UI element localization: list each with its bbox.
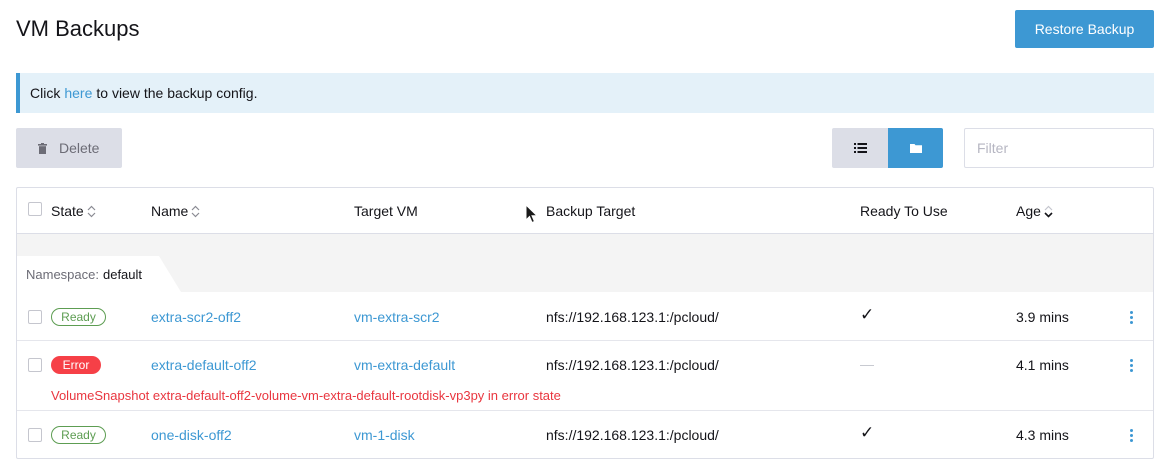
age-value: 4.1 mins: [1016, 357, 1069, 373]
row-actions-icon[interactable]: [1126, 429, 1136, 442]
status-badge: Error: [51, 356, 101, 374]
list-view-button[interactable]: [832, 128, 888, 168]
mouse-cursor-icon: [525, 204, 538, 224]
column-header-name[interactable]: Name: [151, 203, 200, 219]
filter-input[interactable]: [964, 128, 1154, 168]
table-row: Error extra-default-off2 vm-extra-defaul…: [17, 341, 1153, 411]
sort-desc-icon: [1044, 205, 1053, 218]
age-value: 3.9 mins: [1016, 309, 1069, 325]
backups-table: State Name Target VM Backup Target Ready…: [16, 187, 1154, 459]
trash-icon: [38, 142, 47, 154]
target-vm-link[interactable]: vm-1-disk: [354, 427, 415, 443]
ready-dash: —: [860, 356, 874, 372]
column-header-ready: Ready To Use: [860, 203, 948, 219]
status-badge: Ready: [51, 426, 106, 444]
select-all-checkbox[interactable]: [28, 202, 42, 216]
ready-check-icon: ✓: [860, 423, 875, 442]
backup-target: nfs://192.168.123.1:/pcloud/: [546, 309, 719, 325]
ready-header-label: Ready To Use: [860, 203, 948, 219]
backup-config-link[interactable]: here: [64, 85, 92, 101]
column-header-state[interactable]: State: [51, 203, 96, 219]
backup-target: nfs://192.168.123.1:/pcloud/: [546, 427, 719, 443]
info-banner: Click here to view the backup config.: [16, 73, 1154, 113]
namespace-label: Namespace:: [26, 266, 99, 282]
delete-button[interactable]: Delete: [16, 128, 122, 168]
target-vm-link[interactable]: vm-extra-scr2: [354, 309, 440, 325]
page-title: VM Backups: [16, 16, 140, 41]
table-row: Ready one-disk-off2 vm-1-disk nfs://192.…: [17, 411, 1153, 459]
restore-backup-button[interactable]: Restore Backup: [1015, 10, 1154, 48]
view-toggle: [832, 128, 943, 168]
error-message: VolumeSnapshot extra-default-off2-volume…: [51, 388, 561, 403]
table-header: State Name Target VM Backup Target Ready…: [17, 188, 1153, 234]
namespace-group-label: Namespace: default: [17, 256, 181, 292]
delete-label: Delete: [59, 140, 100, 156]
backup-name-link[interactable]: extra-default-off2: [151, 357, 257, 373]
status-badge: Ready: [51, 308, 106, 326]
sort-icon: [191, 205, 200, 217]
folder-icon: [909, 144, 922, 153]
column-header-backup-target: Backup Target: [546, 203, 635, 219]
row-checkbox[interactable]: [28, 358, 42, 372]
row-checkbox[interactable]: [28, 310, 42, 324]
target-vm-header-label: Target VM: [354, 203, 418, 219]
list-icon: [853, 143, 867, 153]
target-vm-link[interactable]: vm-extra-default: [354, 357, 455, 373]
row-checkbox[interactable]: [28, 428, 42, 442]
age-header-label: Age: [1016, 203, 1041, 219]
namespace-group: Namespace: default: [17, 234, 1153, 292]
row-actions-icon[interactable]: [1126, 359, 1136, 372]
backup-name-link[interactable]: one-disk-off2: [151, 427, 232, 443]
group-view-button[interactable]: [888, 128, 943, 168]
backup-target: nfs://192.168.123.1:/pcloud/: [546, 357, 719, 373]
table-row: Ready extra-scr2-off2 vm-extra-scr2 nfs:…: [17, 292, 1153, 341]
backup-name-link[interactable]: extra-scr2-off2: [151, 309, 241, 325]
column-header-target-vm: Target VM: [354, 203, 418, 219]
row-actions-icon[interactable]: [1126, 311, 1136, 324]
backup-target-header-label: Backup Target: [546, 203, 636, 219]
sort-icon: [87, 205, 96, 217]
banner-prefix: Click: [30, 85, 61, 101]
ready-check-icon: ✓: [860, 305, 875, 324]
name-header-label: Name: [151, 203, 189, 219]
state-header-label: State: [51, 203, 84, 219]
banner-suffix: to view the backup config.: [96, 85, 258, 101]
namespace-value: default: [102, 266, 143, 282]
age-value: 4.3 mins: [1016, 427, 1069, 443]
column-header-age[interactable]: Age: [1016, 203, 1053, 219]
